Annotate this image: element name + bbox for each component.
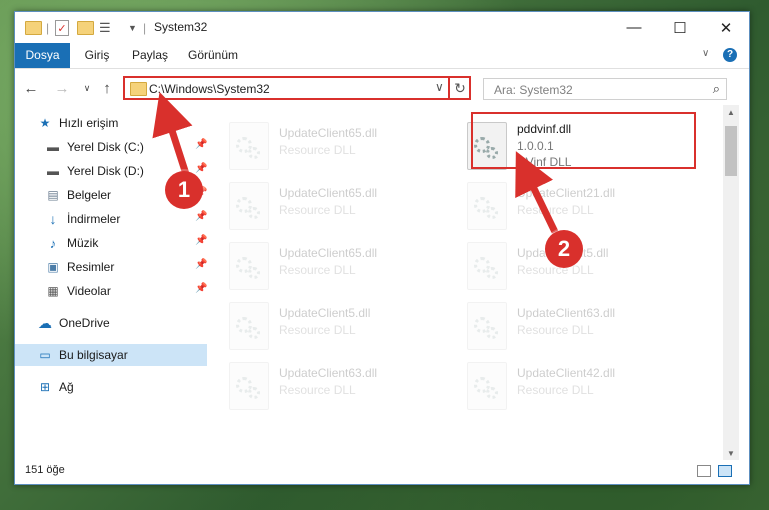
step-2-badge: 2 [545,230,583,268]
arrow-step2 [515,151,559,234]
annotation-arrows [152,92,559,234]
step-1-badge: 1 [165,171,203,209]
arrow-step1 [152,92,193,176]
